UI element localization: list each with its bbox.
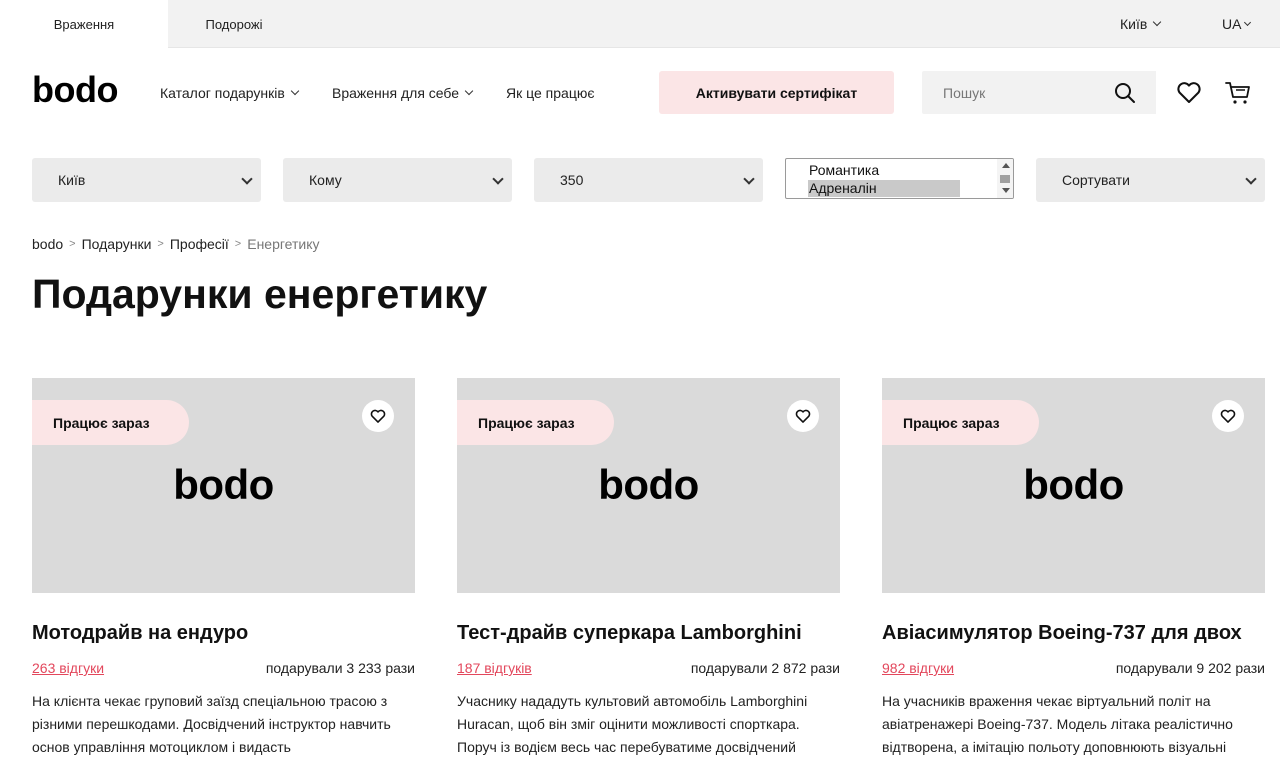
status-badge: Працює зараз: [457, 400, 614, 445]
breadcrumb-item-professions[interactable]: Професії: [170, 236, 229, 252]
tab-travel-label: Подорожі: [205, 16, 263, 32]
product-image[interactable]: Працює зараз bodo: [32, 378, 415, 593]
scroll-thumb[interactable]: [1000, 175, 1010, 183]
nav-how-it-works-label: Як це працює: [506, 85, 595, 101]
product-title[interactable]: Тест-драйв суперкара Lamborghini: [457, 622, 802, 645]
top-bar: Враження Подорожі Київ UA: [0, 0, 1280, 48]
heart-icon: [370, 409, 386, 423]
chevron-down-icon: [1245, 173, 1257, 185]
chevron-down-icon: [290, 86, 300, 96]
breadcrumb-separator-icon: >: [234, 238, 242, 250]
chevron-down-icon: [241, 173, 253, 185]
product-image[interactable]: Працює зараз bodo: [457, 378, 840, 593]
product-description: Учаснику нададуть культовий автомобіль L…: [457, 693, 808, 755]
category-option-adrenaline[interactable]: Адреналін: [808, 180, 960, 197]
sort-select[interactable]: Сортувати: [1036, 158, 1265, 202]
search-button[interactable]: [1094, 71, 1156, 114]
reviews-link[interactable]: 982 відгуки: [882, 660, 954, 676]
card-favorite-button[interactable]: [787, 400, 819, 432]
status-badge: Працює зараз: [882, 400, 1039, 445]
price-filter-value: 350: [560, 172, 584, 188]
image-placeholder-logo: bodo: [1023, 461, 1124, 508]
gifted-count: подарували 9 202 рази: [1115, 660, 1265, 676]
image-placeholder-logo: bodo: [173, 461, 274, 508]
site-logo[interactable]: bodo: [32, 70, 118, 110]
breadcrumb: bodo > Подарунки > Професії > Енергетику: [32, 235, 320, 253]
city-selector[interactable]: Київ: [1120, 0, 1162, 48]
chevron-down-icon: [464, 86, 474, 96]
gifted-count: подарували 3 233 рази: [265, 660, 415, 676]
product-image[interactable]: Працює зараз bodo: [882, 378, 1265, 593]
product-title[interactable]: Мотодрайв на ендуро: [32, 622, 248, 645]
city-filter-select[interactable]: Київ: [32, 158, 261, 202]
scroll-down-arrow-icon[interactable]: [1002, 188, 1010, 193]
gifted-count: подарували 2 872 рази: [690, 660, 840, 676]
tab-experiences[interactable]: Враження: [0, 0, 168, 48]
price-filter-select[interactable]: 350: [534, 158, 763, 202]
reviews-link[interactable]: 187 відгуків: [457, 660, 532, 676]
nav-gift-catalog[interactable]: Каталог подарунків: [160, 82, 300, 104]
category-listbox[interactable]: Романтика Адреналін: [785, 158, 1014, 199]
heart-icon: [795, 409, 811, 423]
heart-icon: [1177, 82, 1201, 103]
sort-value: Сортувати: [1062, 172, 1130, 188]
tab-experiences-label: Враження: [53, 16, 115, 32]
page-title: Подарунки енергетику: [32, 271, 488, 317]
product-card[interactable]: Працює зараз bodo Авіасимулятор Boeing-7…: [882, 378, 1265, 768]
activate-certificate-label: Активувати сертифікат: [695, 84, 858, 101]
cart-button[interactable]: [1223, 78, 1253, 108]
search-icon: [1115, 82, 1135, 103]
recipient-filter-select[interactable]: Кому: [283, 158, 512, 202]
nav-how-it-works[interactable]: Як це працює: [506, 82, 594, 104]
product-card[interactable]: Працює зараз bodo Тест-драйв суперкара L…: [457, 378, 840, 768]
reviews-link[interactable]: 263 відгуки: [32, 660, 104, 676]
chevron-down-icon: [743, 173, 755, 185]
favorites-button[interactable]: [1174, 78, 1204, 108]
card-favorite-button[interactable]: [1212, 400, 1244, 432]
search-input[interactable]: [922, 71, 1102, 114]
category-option-romance[interactable]: Романтика: [808, 162, 879, 179]
breadcrumb-current: Енергетику: [247, 236, 320, 252]
city-selector-label: Київ: [1120, 16, 1148, 32]
breadcrumb-separator-icon: >: [69, 238, 76, 250]
product-title[interactable]: Авіасимулятор Boeing-737 для двох: [882, 622, 1242, 645]
chevron-down-icon: [1153, 17, 1162, 27]
activate-certificate-button[interactable]: Активувати сертифікат: [659, 71, 894, 114]
nav-gift-catalog-label: Каталог подарунків: [160, 85, 285, 101]
product-description: На учасників враження чекає віртуальний …: [882, 693, 1233, 755]
product-card[interactable]: Працює зараз bodo Мотодрайв на ендуро 26…: [32, 378, 415, 768]
card-favorite-button[interactable]: [362, 400, 394, 432]
scroll-up-arrow-icon[interactable]: [1002, 163, 1010, 168]
chevron-down-icon: [492, 173, 504, 185]
language-selector[interactable]: UA: [1222, 0, 1252, 48]
chevron-down-icon: [1244, 18, 1252, 26]
breadcrumb-item-home[interactable]: bodo: [32, 236, 63, 252]
heart-icon: [1220, 409, 1236, 423]
image-placeholder-logo: bodo: [598, 461, 699, 508]
nav-experiences-for-self[interactable]: Враження для себе: [332, 82, 474, 104]
listbox-scrollbar[interactable]: [997, 159, 1013, 198]
status-badge: Працює зараз: [32, 400, 189, 445]
tab-travel[interactable]: Подорожі: [168, 0, 300, 48]
nav-experiences-for-self-label: Враження для себе: [332, 85, 460, 101]
cart-icon: [1225, 82, 1250, 104]
city-filter-value: Київ: [58, 172, 86, 188]
language-selector-label: UA: [1222, 16, 1242, 32]
product-description: На клієнта чекає груповий заїзд спеціаль…: [32, 693, 391, 755]
breadcrumb-separator-icon: >: [157, 238, 164, 250]
breadcrumb-item-gifts[interactable]: Подарунки: [82, 236, 152, 252]
recipient-filter-value: Кому: [309, 172, 342, 188]
